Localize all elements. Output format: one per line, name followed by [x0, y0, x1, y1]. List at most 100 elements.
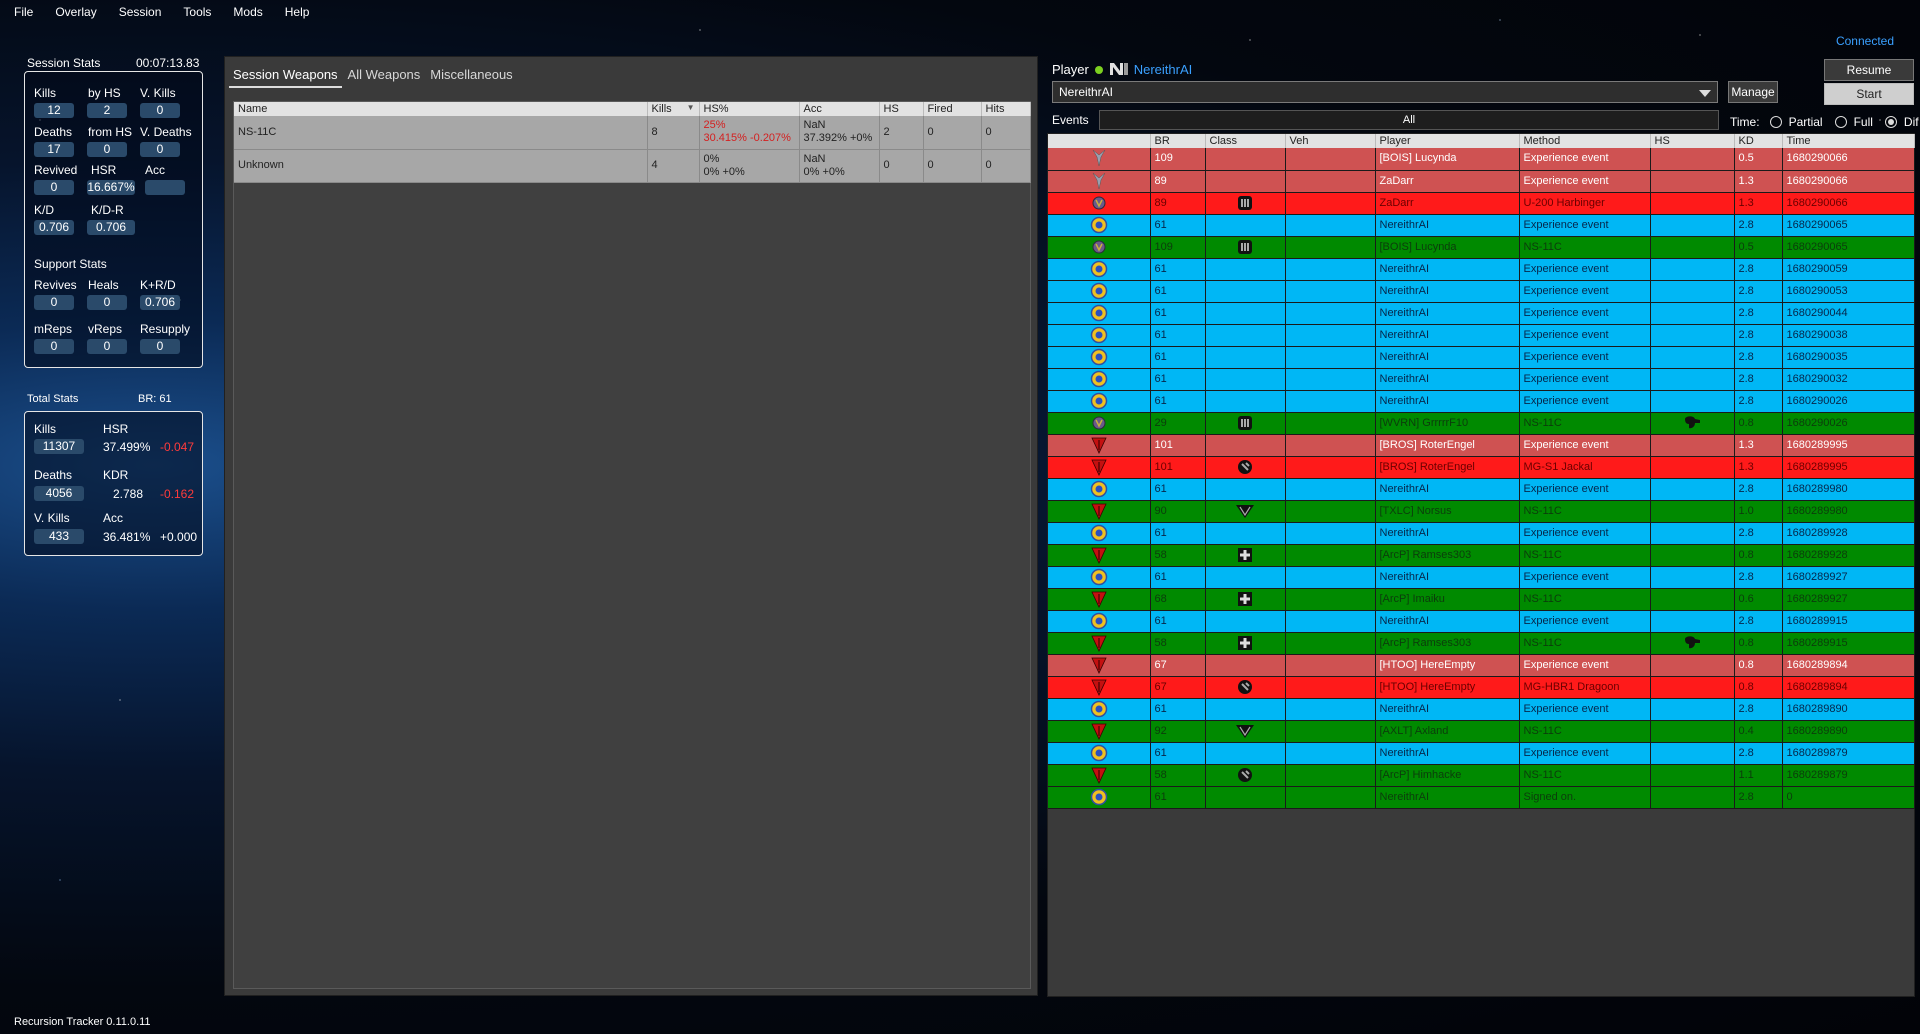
event-method: Experience event	[1519, 170, 1651, 193]
weapon-kills: 8	[647, 116, 700, 150]
event-time: 1680289915	[1782, 632, 1915, 655]
col-veh[interactable]: Veh	[1285, 134, 1376, 148]
revived-label: Revived	[34, 163, 78, 177]
col-player[interactable]: Player	[1375, 134, 1520, 148]
total-kdr-value: 2.788	[113, 487, 144, 501]
table-row[interactable]: 89 ZaDarr Experience event 1.3 1680290066	[1048, 170, 1915, 193]
events-filter-select[interactable]: All	[1099, 110, 1719, 130]
table-row[interactable]: 67 [HTOO] HereEmpty MG-HBR1 Dragoon 0.8 1680…	[1048, 676, 1915, 699]
table-row[interactable]: 61 NereithrAI Experience event 2.8 168029005…	[1048, 280, 1915, 303]
weapon-acc-session: NaN	[803, 119, 826, 132]
table-row[interactable]: 61 NereithrAI Experience event 2.8 168028992…	[1048, 566, 1915, 589]
table-row[interactable]: 61 NereithrAI Experience event 2.8 168029006…	[1048, 214, 1915, 237]
menu-session[interactable]: Session	[119, 5, 162, 19]
table-row[interactable]: 61 NereithrAI Experience event 2.8 168028991…	[1048, 610, 1915, 633]
ns-faction-icon	[1090, 370, 1108, 387]
col-kills[interactable]: Kills ▼	[647, 102, 700, 116]
table-row[interactable]: 61 NereithrAI Experience event 2.8 168029003…	[1048, 324, 1915, 347]
col-class[interactable]: Class	[1205, 134, 1286, 148]
event-method: Experience event	[1519, 698, 1651, 721]
table-row[interactable]: 61 NereithrAI Experience event 2.8 168029003…	[1048, 368, 1915, 391]
infiltrator-class-icon	[1235, 504, 1255, 518]
table-row[interactable]: 61 NereithrAI Experience event 2.8 168029003…	[1048, 346, 1915, 369]
table-row[interactable]: 58 [ArcP] Himhacke NS-11C 1.1 1680289879	[1048, 764, 1915, 787]
table-row[interactable]: 109 [BOIS] Lucynda NS-11C 0.5 1680290065	[1048, 236, 1915, 259]
col-name[interactable]: Name	[234, 102, 648, 116]
table-row[interactable]: 61 NereithrAI Experience event 2.8 168028998…	[1048, 478, 1915, 501]
event-vehicle	[1285, 214, 1376, 237]
table-row[interactable]: 68 [ArcP] Imaiku NS-11C 0.6 1680289927	[1048, 588, 1915, 611]
event-vehicle	[1285, 390, 1376, 413]
ns-faction-icon	[1090, 304, 1108, 321]
start-button[interactable]: Start	[1824, 83, 1914, 105]
col-br[interactable]: BR	[1150, 134, 1206, 148]
player-select[interactable]: NereithrAI	[1052, 81, 1718, 103]
event-player: NereithrAI	[1375, 610, 1520, 633]
nc-faction-icon	[1091, 172, 1107, 189]
table-row[interactable]: 101 [BROS] RoterEngel MG-S1 Jackal 1.3 16802…	[1048, 456, 1915, 479]
table-row[interactable]: 92 [AXLT] Axland NS-11C 0.4 1680289890	[1048, 720, 1915, 743]
dif-label: Dif	[1903, 115, 1919, 129]
col-method[interactable]: Method	[1519, 134, 1651, 148]
event-class	[1205, 478, 1286, 501]
table-row[interactable]: 61 NereithrAI Experience event 2.8 168028989…	[1048, 698, 1915, 721]
table-row[interactable]: 89 ZaDarr U-200 Harbinger 1.3 1680290066	[1048, 192, 1915, 215]
table-row[interactable]: Unknown 4 0% 0% +0% NaN 0% +0% 0 0 0	[234, 149, 1031, 183]
tab-all-weapons[interactable]: All Weapons	[344, 65, 425, 88]
resume-button[interactable]: Resume	[1824, 59, 1914, 81]
event-hs	[1650, 236, 1735, 259]
menu-overlay[interactable]: Overlay	[55, 5, 96, 19]
col-kd[interactable]: KD	[1734, 134, 1783, 148]
event-hs	[1650, 522, 1735, 545]
event-faction	[1048, 214, 1151, 237]
table-row[interactable]: 109 [BOIS] Lucynda Experience event 0.5 1680…	[1048, 148, 1915, 171]
events-panel: BR Class Veh Player Method HS KD Time 10…	[1047, 133, 1915, 997]
table-row[interactable]: 61 NereithrAI Experience event 2.8 168029004…	[1048, 302, 1915, 325]
table-row[interactable]: 61 NereithrAI Experience event 2.8 168029005…	[1048, 258, 1915, 281]
table-row[interactable]: 101 [BROS] RoterEngel Experience event 1.3 1…	[1048, 434, 1915, 457]
col-time[interactable]: Time	[1782, 134, 1915, 148]
menu-tools[interactable]: Tools	[183, 5, 211, 19]
col-faction[interactable]	[1048, 134, 1151, 148]
event-br: 29	[1150, 412, 1206, 435]
menu-mods[interactable]: Mods	[233, 5, 262, 19]
partial-radio[interactable]	[1769, 116, 1782, 128]
table-row[interactable]: 61 NereithrAI Experience event 2.8 168029002…	[1048, 390, 1915, 413]
event-vehicle	[1285, 654, 1376, 677]
tab-miscellaneous[interactable]: Miscellaneous	[426, 65, 516, 88]
col-hs[interactable]: HS	[1650, 134, 1735, 148]
col-acc[interactable]: Acc	[799, 102, 880, 116]
table-row[interactable]: 67 [HTOO] HereEmpty Experience event 0.8 168…	[1048, 654, 1915, 677]
col-hs-pct[interactable]: HS%	[699, 102, 800, 116]
table-row[interactable]: 61 NereithrAI Experience event 2.8 168028992…	[1048, 522, 1915, 545]
table-row[interactable]: 58 [ArcP] Ramses303 NS-11C 0.8 1680289915	[1048, 632, 1915, 655]
col-hs[interactable]: HS	[879, 102, 924, 116]
online-status-icon	[1095, 66, 1104, 74]
event-time: 0	[1782, 786, 1915, 809]
nc-faction-icon	[1091, 150, 1107, 167]
event-vehicle	[1285, 720, 1376, 743]
event-player: ZaDarr	[1375, 170, 1520, 193]
event-player: [AXLT] Axland	[1375, 720, 1520, 743]
event-class	[1205, 324, 1286, 347]
ns-faction-icon	[1090, 480, 1108, 497]
weapon-fired: 0	[923, 149, 982, 183]
table-row[interactable]: 58 [ArcP] Ramses303 NS-11C 0.8 1680289928	[1048, 544, 1915, 567]
menu-file[interactable]: File	[14, 5, 33, 19]
manage-button[interactable]: Manage	[1728, 81, 1778, 103]
full-radio[interactable]	[1834, 116, 1847, 128]
col-hits[interactable]: Hits	[981, 102, 1031, 116]
table-row[interactable]: 61 NereithrAI Experience event 2.8 168028987…	[1048, 742, 1915, 765]
player-name[interactable]: NereithrAI	[1134, 62, 1193, 77]
col-fired[interactable]: Fired	[923, 102, 982, 116]
tab-session-weapons[interactable]: Session Weapons	[229, 65, 342, 88]
dif-radio[interactable]	[1884, 116, 1897, 128]
table-row[interactable]: NS-11C 8 25% 30.415% -0.207% NaN 37.392% +…	[234, 116, 1031, 150]
event-method: Experience event	[1519, 478, 1651, 501]
menu-help[interactable]: Help	[285, 5, 310, 19]
table-row[interactable]: 29 [WVRN] GrrrrrF10 NS-11C 0.8 1680290026	[1048, 412, 1915, 435]
table-row[interactable]: 61 NereithrAI Signed on. 2.8 0	[1048, 786, 1915, 809]
table-row[interactable]: 90 [TXLC] Norsus NS-11C 1.0 1680289980	[1048, 500, 1915, 523]
event-time: 1680289928	[1782, 544, 1915, 567]
event-kd: 0.8	[1734, 412, 1783, 435]
